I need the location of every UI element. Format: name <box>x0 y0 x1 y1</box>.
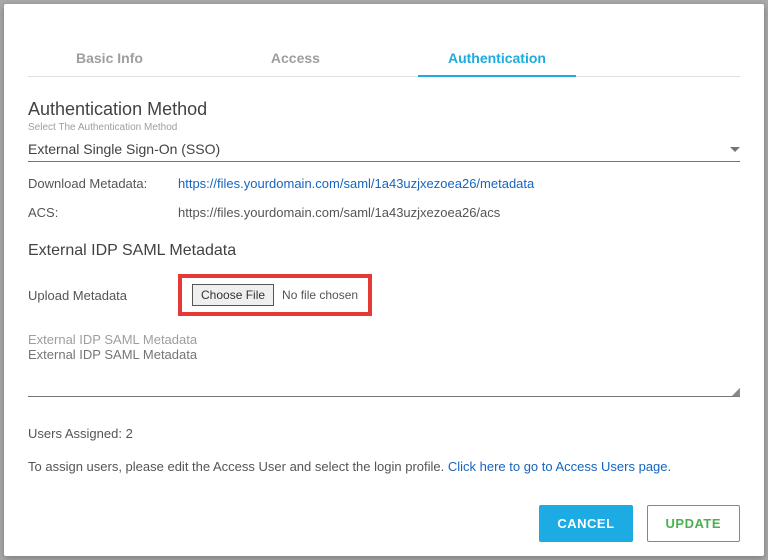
no-file-chosen-text: No file chosen <box>282 288 358 302</box>
download-metadata-link[interactable]: https://files.yourdomain.com/saml/1a43uz… <box>178 176 534 191</box>
choose-file-button[interactable]: Choose File <box>192 284 274 306</box>
chevron-down-icon <box>730 147 740 152</box>
idp-textarea-placeholder: External IDP SAML Metadata <box>28 332 740 347</box>
users-assigned-label: Users Assigned: <box>28 426 122 441</box>
auth-method-subtitle: Select The Authentication Method <box>28 122 740 133</box>
update-button[interactable]: UPDATE <box>647 505 740 542</box>
idp-metadata-header: External IDP SAML Metadata <box>28 242 740 260</box>
users-assigned: Users Assigned: 2 <box>28 426 740 441</box>
modal-footer: CANCEL UPDATE <box>28 487 740 556</box>
auth-method-title: Authentication Method <box>28 99 740 120</box>
auth-method-select[interactable]: External Single Sign-On (SSO) <box>28 135 740 162</box>
tab-access[interactable]: Access <box>271 40 320 76</box>
tab-bar: Basic Info Access Authentication <box>28 40 740 77</box>
acs-url: https://files.yourdomain.com/saml/1a43uz… <box>178 205 500 220</box>
access-users-link[interactable]: Click here to go to Access Users page. <box>448 459 671 474</box>
download-metadata-label: Download Metadata: <box>28 176 178 191</box>
acs-label: ACS: <box>28 205 178 220</box>
users-assigned-count: 2 <box>126 426 133 441</box>
tab-authentication[interactable]: Authentication <box>448 40 546 76</box>
settings-modal: Basic Info Access Authentication Authent… <box>4 4 764 556</box>
cancel-button[interactable]: CANCEL <box>539 505 632 542</box>
assign-users-note: To assign users, please edit the Access … <box>28 459 740 474</box>
upload-metadata-label: Upload Metadata <box>28 288 178 303</box>
idp-metadata-textarea[interactable] <box>28 347 740 397</box>
assign-note-text: To assign users, please edit the Access … <box>28 459 448 474</box>
upload-highlight: Choose File No file chosen <box>178 274 372 316</box>
auth-method-value: External Single Sign-On (SSO) <box>28 141 730 157</box>
tab-basic-info[interactable]: Basic Info <box>76 40 143 76</box>
